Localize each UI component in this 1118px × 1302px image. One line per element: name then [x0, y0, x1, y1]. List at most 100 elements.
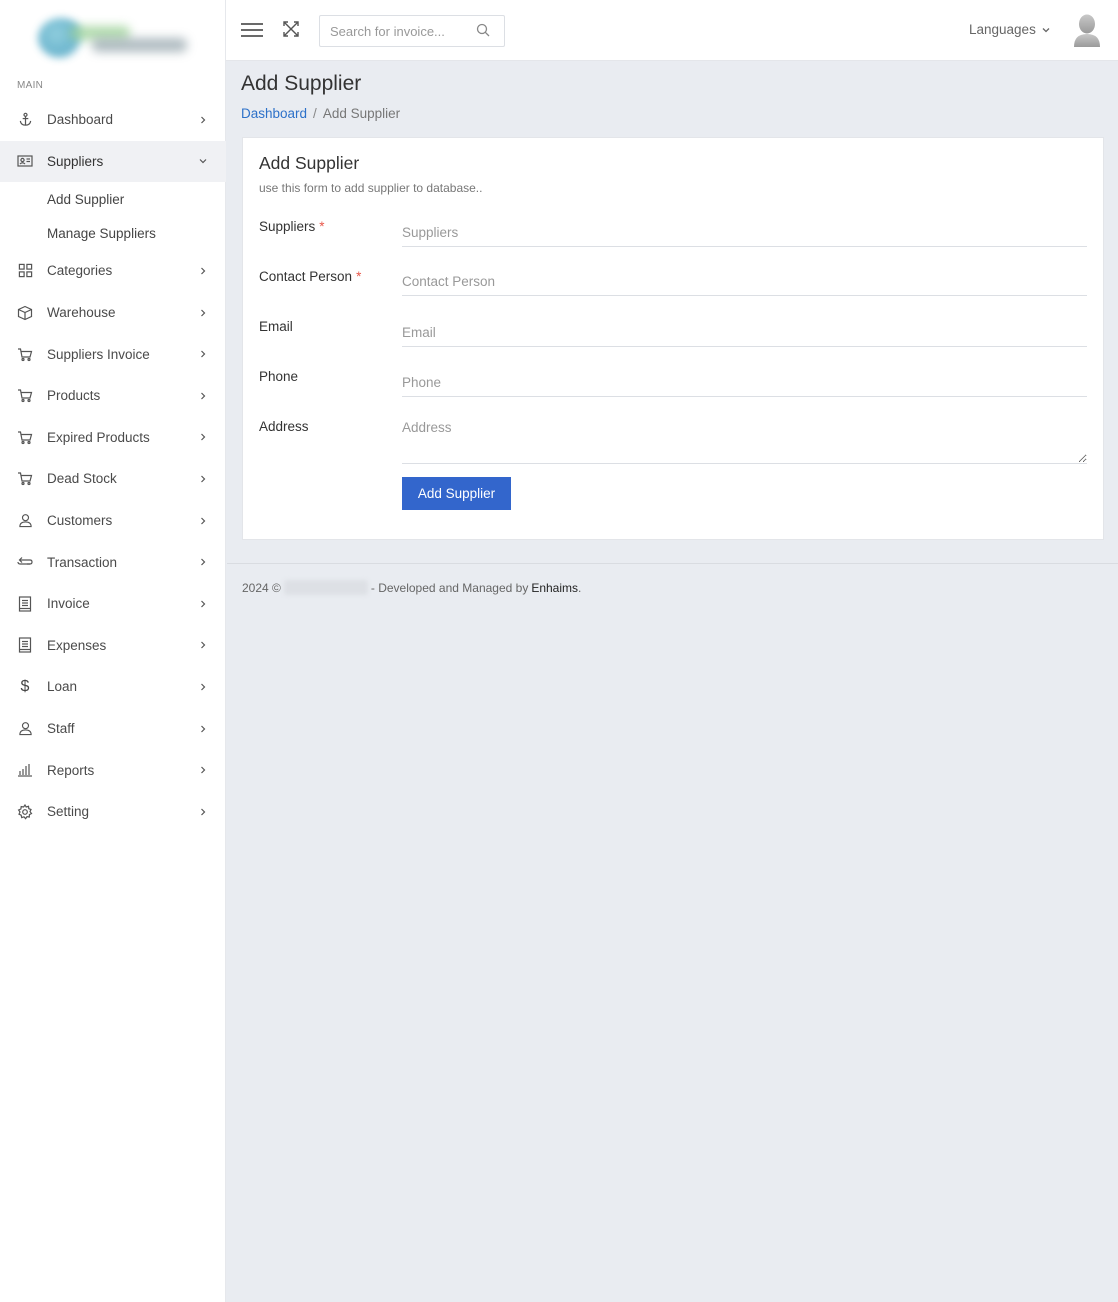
exchange-icon — [17, 554, 33, 570]
chevron-right-icon — [201, 475, 206, 483]
sidebar-item-label: Dashboard — [47, 112, 114, 128]
search-input[interactable] — [320, 16, 470, 46]
chevron-right-icon — [201, 683, 206, 691]
topbar: Languages — [226, 0, 1118, 61]
sidebar-item-reports[interactable]: Reports — [0, 749, 226, 791]
submenu-item-add-supplier[interactable]: Add Supplier — [0, 182, 226, 216]
suppliers-submenu: Add Supplier Manage Suppliers — [0, 182, 226, 250]
footer-end: . — [578, 580, 582, 595]
breadcrumb-home-link[interactable]: Dashboard — [241, 106, 307, 121]
id-card-icon — [17, 153, 33, 169]
chevron-right-icon — [201, 641, 206, 649]
chevron-right-icon — [201, 725, 206, 732]
footer-divider — [227, 563, 1118, 564]
sidebar-item-loan[interactable]: $ Loan — [0, 666, 226, 708]
submenu-item-manage-suppliers[interactable]: Manage Suppliers — [0, 216, 226, 250]
chevron-right-icon — [201, 392, 206, 400]
chevron-down-icon — [1042, 27, 1050, 32]
sidebar-item-label: Transaction — [47, 554, 118, 570]
chevron-right-icon — [201, 766, 206, 774]
suppliers-field[interactable] — [402, 219, 1087, 247]
sidebar: MAIN Dashboard Suppliers Add Supplier Ma… — [0, 0, 226, 1302]
sidebar-section-label: MAIN — [17, 80, 44, 91]
sidebar-item-label: Dead Stock — [47, 471, 117, 487]
sidebar-item-staff[interactable]: Staff — [0, 708, 226, 750]
sidebar-item-label: Invoice — [47, 596, 90, 612]
search-box — [319, 15, 505, 47]
phone-field[interactable] — [402, 369, 1087, 397]
footer: 2024 © - Developed and Managed by Enhaim… — [242, 580, 581, 595]
user-icon — [17, 721, 33, 737]
footer-text: - Developed and Managed by — [370, 580, 529, 595]
fullscreen-icon[interactable] — [282, 20, 300, 38]
sidebar-menu: Dashboard Suppliers Add Supplier Manage … — [0, 99, 226, 833]
cart-icon — [17, 346, 33, 362]
languages-label: Languages — [969, 22, 1036, 37]
contact-person-field[interactable] — [402, 268, 1087, 296]
breadcrumb-separator: / — [313, 106, 317, 121]
footer-brand-link[interactable]: Enhaims — [531, 581, 578, 595]
email-label: Email — [259, 319, 293, 334]
footer-company-name-redacted — [283, 580, 368, 595]
chevron-right-icon — [201, 350, 206, 358]
contact-person-label: Contact Person * — [259, 269, 362, 284]
grid-icon — [17, 263, 33, 279]
sidebar-item-label: Categories — [47, 263, 113, 279]
sidebar-item-invoice[interactable]: Invoice — [0, 583, 226, 625]
sidebar-item-label: Suppliers — [47, 153, 104, 169]
email-field[interactable] — [402, 319, 1087, 347]
add-supplier-card: Add Supplier use this form to add suppli… — [242, 137, 1104, 540]
chevron-down-icon — [199, 159, 207, 164]
chevron-right-icon — [201, 808, 206, 816]
sidebar-item-categories[interactable]: Categories — [0, 250, 226, 292]
add-supplier-button[interactable]: Add Supplier — [402, 477, 511, 510]
sidebar-item-suppliers-invoice[interactable]: Suppliers Invoice — [0, 333, 226, 375]
sidebar-item-setting[interactable]: Setting — [0, 791, 226, 833]
box-icon — [17, 305, 33, 321]
sidebar-item-label: Staff — [47, 721, 75, 737]
search-icon[interactable] — [476, 23, 490, 37]
chevron-right-icon — [201, 116, 206, 124]
sidebar-item-transaction[interactable]: Transaction — [0, 541, 226, 583]
suppliers-label: Suppliers * — [259, 219, 325, 234]
chevron-right-icon — [201, 600, 206, 608]
user-avatar-icon[interactable] — [1072, 13, 1102, 47]
sidebar-item-label: Products — [47, 388, 101, 404]
languages-dropdown[interactable]: Languages — [969, 22, 1051, 37]
sidebar-item-label: Setting — [47, 804, 90, 820]
sidebar-item-expired-products[interactable]: Expired Products — [0, 417, 226, 459]
app-logo[interactable] — [32, 12, 192, 58]
document-icon — [17, 596, 33, 612]
required-mark: * — [319, 219, 325, 234]
chevron-right-icon — [201, 267, 206, 275]
sidebar-item-label: Suppliers Invoice — [47, 346, 150, 362]
sidebar-item-label: Expenses — [47, 637, 107, 653]
card-title: Add Supplier — [259, 153, 360, 173]
dollar-icon: $ — [20, 677, 30, 695]
sidebar-item-dead-stock[interactable]: Dead Stock — [0, 458, 226, 500]
sidebar-item-expenses[interactable]: Expenses — [0, 625, 226, 667]
footer-year: 2024 © — [242, 580, 281, 595]
chevron-right-icon — [201, 558, 206, 566]
anchor-icon — [17, 112, 33, 128]
sidebar-item-dashboard[interactable]: Dashboard — [0, 99, 226, 141]
hamburger-menu-icon[interactable] — [241, 21, 263, 39]
sidebar-item-label: Expired Products — [47, 429, 150, 445]
chevron-right-icon — [201, 433, 206, 441]
sidebar-item-label: Warehouse — [47, 305, 116, 321]
document-icon — [17, 637, 33, 653]
sidebar-item-customers[interactable]: Customers — [0, 500, 226, 542]
sidebar-item-label: Reports — [47, 762, 95, 778]
phone-label: Phone — [259, 369, 299, 384]
sidebar-item-products[interactable]: Products — [0, 375, 226, 417]
breadcrumb-current: Add Supplier — [322, 106, 401, 121]
sidebar-item-warehouse[interactable]: Warehouse — [0, 292, 226, 334]
chevron-right-icon — [201, 309, 206, 317]
required-mark: * — [356, 269, 362, 284]
address-field[interactable] — [402, 420, 1087, 464]
sidebar-item-suppliers[interactable]: Suppliers — [0, 140, 226, 183]
card-subtitle: use this form to add supplier to databas… — [259, 181, 483, 195]
sidebar-item-label: Customers — [47, 513, 113, 529]
cart-icon — [17, 471, 33, 487]
sidebar-item-label: Loan — [47, 679, 78, 695]
